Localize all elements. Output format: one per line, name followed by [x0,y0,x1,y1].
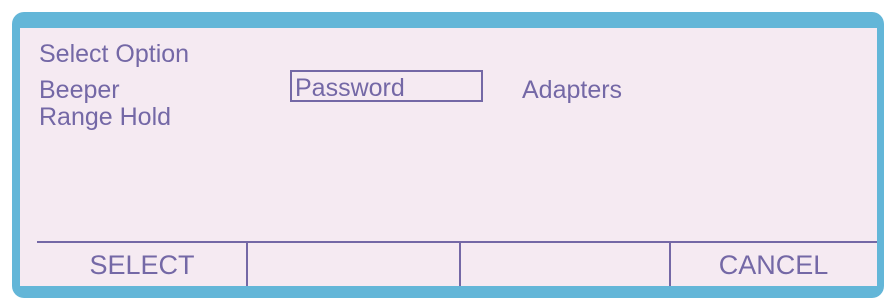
menu-title: Select Option [39,40,190,68]
menu-option-beeper[interactable]: Beeper [39,77,120,103]
softkey-bar-divider [37,241,877,243]
select-softkey[interactable]: SELECT [37,245,247,286]
menu-option-adapters[interactable]: Adapters [522,77,622,103]
cancel-softkey[interactable]: CANCEL [670,245,877,286]
blank-softkey-3[interactable] [460,245,670,286]
blank-softkey-2[interactable] [247,245,460,286]
menu-option-password-label: Password [295,74,405,102]
device: Select Option Beeper Password Adapters R… [0,0,893,300]
menu-option-range-hold[interactable]: Range Hold [39,104,171,130]
menu-option-password[interactable]: Password [290,70,483,102]
lcd-screen: Select Option Beeper Password Adapters R… [20,28,877,286]
